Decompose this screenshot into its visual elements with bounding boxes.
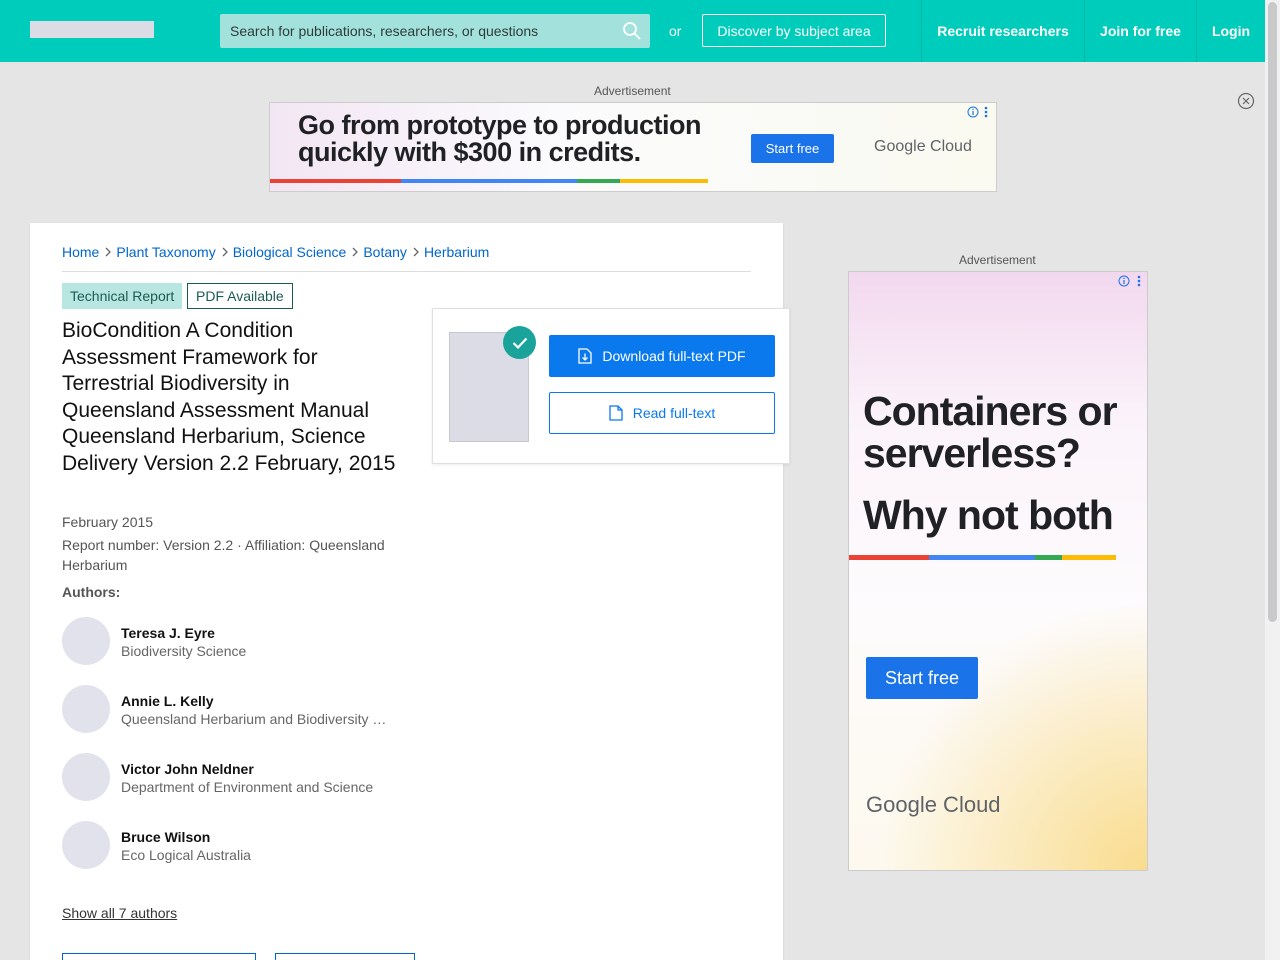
side-ad-label: Advertisement — [959, 253, 1036, 267]
side-ad-brand: Google Cloud — [866, 792, 1001, 817]
breadcrumb-botany[interactable]: Botany — [363, 244, 407, 260]
avatar[interactable] — [62, 617, 110, 665]
close-ad-icon[interactable] — [1237, 92, 1255, 110]
action-button[interactable] — [62, 953, 256, 960]
download-pdf-label: Download full-text PDF — [602, 348, 746, 364]
more-vert-icon[interactable] — [983, 106, 989, 118]
author-name[interactable]: Bruce Wilson — [121, 829, 210, 845]
top-banner-ad[interactable]: Go from prototype to production quickly … — [269, 102, 997, 192]
author-item[interactable]: Teresa J. Eyre Biodiversity Science — [62, 617, 402, 665]
read-fulltext-label: Read full-text — [632, 405, 716, 421]
side-ad-start-button[interactable]: Start free — [866, 657, 978, 699]
info-icon[interactable] — [1118, 275, 1130, 287]
pdf-available-badge: PDF Available — [187, 283, 293, 309]
breadcrumb-home[interactable]: Home — [62, 244, 99, 260]
side-skyscraper-ad[interactable]: Containers or serverless? Why not both S… — [848, 271, 1148, 871]
download-pdf-button[interactable]: Download full-text PDF — [549, 335, 775, 377]
author-affiliation: Department of Environment and Science — [121, 779, 374, 795]
breadcrumb: Home Plant Taxonomy Biological Science B… — [62, 244, 489, 260]
download-file-icon — [578, 348, 593, 364]
side-ad-color-bar — [849, 555, 1116, 560]
search-icon[interactable] — [622, 21, 642, 41]
login-link[interactable]: Login — [1196, 0, 1265, 62]
page-scrollbar[interactable] — [1265, 0, 1280, 960]
chevron-right-icon — [352, 247, 359, 257]
join-for-free-link[interactable]: Join for free — [1084, 0, 1196, 62]
author-name[interactable]: Victor John Neldner — [121, 761, 254, 777]
publication-date: February 2015 — [62, 514, 154, 530]
recruit-researchers-link[interactable]: Recruit researchers — [921, 0, 1084, 62]
check-icon — [512, 337, 527, 349]
page-title: BioCondition A Condition Assessment Fram… — [62, 319, 396, 475]
author-item[interactable]: Victor John Neldner Department of Enviro… — [62, 753, 402, 801]
report-info: Report number: Version 2.2 · Affiliation… — [62, 537, 385, 573]
more-vert-icon[interactable] — [1136, 275, 1142, 287]
chevron-right-icon — [413, 247, 419, 257]
breadcrumb-herbarium[interactable]: Herbarium — [424, 244, 489, 260]
avatar[interactable] — [62, 821, 110, 869]
avatar[interactable] — [62, 685, 110, 733]
top-ad-color-bar — [270, 179, 708, 183]
top-ad-brand: Google Cloud — [874, 138, 972, 155]
read-fulltext-button[interactable]: Read full-text — [549, 392, 775, 434]
fulltext-box: Download full-text PDF Read full-text — [432, 308, 790, 464]
top-navigation-bar: or Discover by subject area Recruit rese… — [0, 0, 1265, 62]
action-button[interactable] — [275, 953, 415, 960]
top-ad-start-button[interactable]: Start free — [751, 134, 834, 163]
author-name[interactable]: Annie L. Kelly — [121, 693, 214, 709]
breadcrumb-plant-taxonomy[interactable]: Plant Taxonomy — [116, 244, 215, 260]
author-affiliation: Queensland Herbarium and Biodiversity … — [121, 711, 387, 727]
search-box[interactable] — [220, 14, 650, 48]
or-label: or — [669, 23, 682, 39]
site-logo[interactable] — [30, 21, 154, 38]
scrollbar-thumb[interactable] — [1268, 2, 1277, 622]
avatar[interactable] — [62, 753, 110, 801]
file-icon — [609, 405, 623, 421]
author-affiliation: Eco Logical Australia — [121, 847, 251, 863]
top-ad-headline: Go from prototype to production quickly … — [298, 110, 701, 167]
author-name[interactable]: Teresa J. Eyre — [121, 625, 215, 641]
breadcrumb-biological-science[interactable]: Biological Science — [233, 244, 347, 260]
show-all-authors-link[interactable]: Show all 7 authors — [62, 905, 177, 921]
discover-by-subject-button[interactable]: Discover by subject area — [702, 14, 886, 47]
side-ad-subheadline: Why not both — [863, 492, 1114, 538]
info-icon[interactable] — [967, 106, 979, 118]
chevron-right-icon — [105, 247, 112, 257]
side-ad-headline: Containers or serverless? — [863, 388, 1118, 476]
publication-type-badge: Technical Report — [62, 283, 183, 309]
author-item[interactable]: Annie L. Kelly Queensland Herbarium and … — [62, 685, 402, 733]
authors-label: Authors: — [62, 584, 121, 600]
breadcrumb-divider — [62, 271, 751, 272]
check-badge — [503, 326, 536, 359]
author-affiliation: Biodiversity Science — [121, 643, 247, 659]
author-item[interactable]: Bruce Wilson Eco Logical Australia — [62, 821, 402, 869]
top-ad-label: Advertisement — [594, 84, 671, 98]
chevron-right-icon — [222, 247, 228, 257]
search-input[interactable] — [220, 14, 650, 48]
